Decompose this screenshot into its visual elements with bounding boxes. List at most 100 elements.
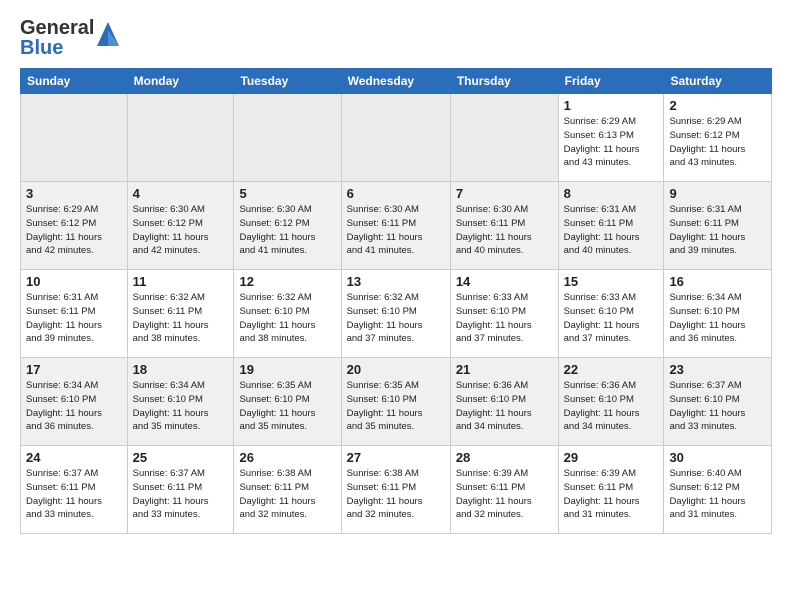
day-info: Sunrise: 6:36 AM Sunset: 6:10 PM Dayligh…: [456, 379, 553, 434]
day-number: 8: [564, 186, 659, 201]
calendar-cell: 30 Sunrise: 6:40 AM Sunset: 6:12 PM Dayli…: [664, 446, 772, 534]
day-number: 10: [26, 274, 122, 289]
calendar-cell: 19 Sunrise: 6:35 AM Sunset: 6:10 PM Dayli…: [234, 358, 341, 446]
calendar-cell: 22 Sunrise: 6:36 AM Sunset: 6:10 PM Dayli…: [558, 358, 664, 446]
day-info: Sunrise: 6:33 AM Sunset: 6:10 PM Dayligh…: [564, 291, 659, 346]
day-info: Sunrise: 6:34 AM Sunset: 6:10 PM Dayligh…: [133, 379, 229, 434]
calendar-cell: 4 Sunrise: 6:30 AM Sunset: 6:12 PM Daylig…: [127, 182, 234, 270]
day-info: Sunrise: 6:35 AM Sunset: 6:10 PM Dayligh…: [347, 379, 445, 434]
logo-row: General Blue: [20, 18, 119, 58]
calendar-cell: 16Sunrise: 6:34 AM Sunset: 6:10 PM Dayli…: [664, 270, 772, 358]
day-number: 29: [564, 450, 659, 465]
week-row-5: 24 Sunrise: 6:37 AM Sunset: 6:11 PM Dayli…: [21, 446, 772, 534]
week-row-2: 3Sunrise: 6:29 AM Sunset: 6:12 PM Daylig…: [21, 182, 772, 270]
day-info: Sunrise: 6:37 AM Sunset: 6:11 PM Dayligh…: [133, 467, 229, 522]
day-number: 28: [456, 450, 553, 465]
day-info: Sunrise: 6:32 AM Sunset: 6:11 PM Dayligh…: [133, 291, 229, 346]
weekday-header-row: SundayMondayTuesdayWednesdayThursdayFrid…: [21, 69, 772, 94]
day-info: Sunrise: 6:32 AM Sunset: 6:10 PM Dayligh…: [347, 291, 445, 346]
calendar-cell: 14 Sunrise: 6:33 AM Sunset: 6:10 PM Dayli…: [450, 270, 558, 358]
logo-general-text: General: [20, 18, 94, 38]
weekday-header-wednesday: Wednesday: [341, 69, 450, 94]
day-info: Sunrise: 6:30 AM Sunset: 6:12 PM Dayligh…: [239, 203, 335, 258]
day-info: Sunrise: 6:32 AM Sunset: 6:10 PM Dayligh…: [239, 291, 335, 346]
calendar-cell: 7 Sunrise: 6:30 AM Sunset: 6:11 PM Daylig…: [450, 182, 558, 270]
calendar-cell: 23 Sunrise: 6:37 AM Sunset: 6:10 PM Dayli…: [664, 358, 772, 446]
calendar-cell: 15Sunrise: 6:33 AM Sunset: 6:10 PM Dayli…: [558, 270, 664, 358]
day-number: 14: [456, 274, 553, 289]
day-number: 3: [26, 186, 122, 201]
day-info: Sunrise: 6:40 AM Sunset: 6:12 PM Dayligh…: [669, 467, 766, 522]
calendar-cell: 6 Sunrise: 6:30 AM Sunset: 6:11 PM Daylig…: [341, 182, 450, 270]
day-number: 19: [239, 362, 335, 377]
day-info: Sunrise: 6:31 AM Sunset: 6:11 PM Dayligh…: [669, 203, 766, 258]
calendar-cell: 11Sunrise: 6:32 AM Sunset: 6:11 PM Dayli…: [127, 270, 234, 358]
day-number: 23: [669, 362, 766, 377]
day-info: Sunrise: 6:31 AM Sunset: 6:11 PM Dayligh…: [26, 291, 122, 346]
calendar-cell: 13 Sunrise: 6:32 AM Sunset: 6:10 PM Dayli…: [341, 270, 450, 358]
day-number: 1: [564, 98, 659, 113]
day-info: Sunrise: 6:30 AM Sunset: 6:11 PM Dayligh…: [347, 203, 445, 258]
day-number: 18: [133, 362, 229, 377]
calendar-cell: 24 Sunrise: 6:37 AM Sunset: 6:11 PM Dayli…: [21, 446, 128, 534]
calendar-cell: 25Sunrise: 6:37 AM Sunset: 6:11 PM Dayli…: [127, 446, 234, 534]
calendar-cell: 9 Sunrise: 6:31 AM Sunset: 6:11 PM Daylig…: [664, 182, 772, 270]
calendar-cell: 2Sunrise: 6:29 AM Sunset: 6:12 PM Daylig…: [664, 94, 772, 182]
day-number: 16: [669, 274, 766, 289]
day-info: Sunrise: 6:37 AM Sunset: 6:10 PM Dayligh…: [669, 379, 766, 434]
day-info: Sunrise: 6:37 AM Sunset: 6:11 PM Dayligh…: [26, 467, 122, 522]
day-number: 17: [26, 362, 122, 377]
logo: General Blue: [20, 18, 119, 58]
day-info: Sunrise: 6:29 AM Sunset: 6:13 PM Dayligh…: [564, 115, 659, 170]
day-number: 22: [564, 362, 659, 377]
day-number: 26: [239, 450, 335, 465]
day-info: Sunrise: 6:39 AM Sunset: 6:11 PM Dayligh…: [456, 467, 553, 522]
day-info: Sunrise: 6:36 AM Sunset: 6:10 PM Dayligh…: [564, 379, 659, 434]
day-info: Sunrise: 6:39 AM Sunset: 6:11 PM Dayligh…: [564, 467, 659, 522]
day-number: 27: [347, 450, 445, 465]
day-number: 13: [347, 274, 445, 289]
calendar: SundayMondayTuesdayWednesdayThursdayFrid…: [20, 68, 772, 534]
weekday-header-sunday: Sunday: [21, 69, 128, 94]
page: General Blue SundayMondayTuesdayWednesda…: [0, 0, 792, 552]
calendar-cell: [341, 94, 450, 182]
logo-blue-text: Blue: [20, 38, 94, 58]
day-info: Sunrise: 6:33 AM Sunset: 6:10 PM Dayligh…: [456, 291, 553, 346]
header: General Blue: [20, 18, 772, 58]
day-number: 20: [347, 362, 445, 377]
day-info: Sunrise: 6:38 AM Sunset: 6:11 PM Dayligh…: [347, 467, 445, 522]
week-row-1: 1 Sunrise: 6:29 AM Sunset: 6:13 PM Daylig…: [21, 94, 772, 182]
calendar-cell: 10 Sunrise: 6:31 AM Sunset: 6:11 PM Dayli…: [21, 270, 128, 358]
day-number: 24: [26, 450, 122, 465]
calendar-cell: 20 Sunrise: 6:35 AM Sunset: 6:10 PM Dayli…: [341, 358, 450, 446]
day-number: 12: [239, 274, 335, 289]
calendar-cell: [127, 94, 234, 182]
weekday-header-tuesday: Tuesday: [234, 69, 341, 94]
day-number: 9: [669, 186, 766, 201]
logo-icon: [97, 20, 119, 48]
day-info: Sunrise: 6:30 AM Sunset: 6:12 PM Dayligh…: [133, 203, 229, 258]
day-number: 5: [239, 186, 335, 201]
weekday-header-monday: Monday: [127, 69, 234, 94]
week-row-4: 17 Sunrise: 6:34 AM Sunset: 6:10 PM Dayli…: [21, 358, 772, 446]
day-number: 7: [456, 186, 553, 201]
day-number: 6: [347, 186, 445, 201]
weekday-header-thursday: Thursday: [450, 69, 558, 94]
calendar-cell: 8Sunrise: 6:31 AM Sunset: 6:11 PM Daylig…: [558, 182, 664, 270]
day-number: 4: [133, 186, 229, 201]
day-number: 30: [669, 450, 766, 465]
day-number: 2: [669, 98, 766, 113]
weekday-header-friday: Friday: [558, 69, 664, 94]
day-info: Sunrise: 6:34 AM Sunset: 6:10 PM Dayligh…: [26, 379, 122, 434]
weekday-header-saturday: Saturday: [664, 69, 772, 94]
calendar-cell: 1 Sunrise: 6:29 AM Sunset: 6:13 PM Daylig…: [558, 94, 664, 182]
day-info: Sunrise: 6:30 AM Sunset: 6:11 PM Dayligh…: [456, 203, 553, 258]
calendar-cell: 3Sunrise: 6:29 AM Sunset: 6:12 PM Daylig…: [21, 182, 128, 270]
calendar-cell: 28 Sunrise: 6:39 AM Sunset: 6:11 PM Dayli…: [450, 446, 558, 534]
calendar-cell: 21 Sunrise: 6:36 AM Sunset: 6:10 PM Dayli…: [450, 358, 558, 446]
calendar-cell: [234, 94, 341, 182]
day-number: 21: [456, 362, 553, 377]
day-info: Sunrise: 6:38 AM Sunset: 6:11 PM Dayligh…: [239, 467, 335, 522]
day-info: Sunrise: 6:35 AM Sunset: 6:10 PM Dayligh…: [239, 379, 335, 434]
calendar-cell: 27 Sunrise: 6:38 AM Sunset: 6:11 PM Dayli…: [341, 446, 450, 534]
